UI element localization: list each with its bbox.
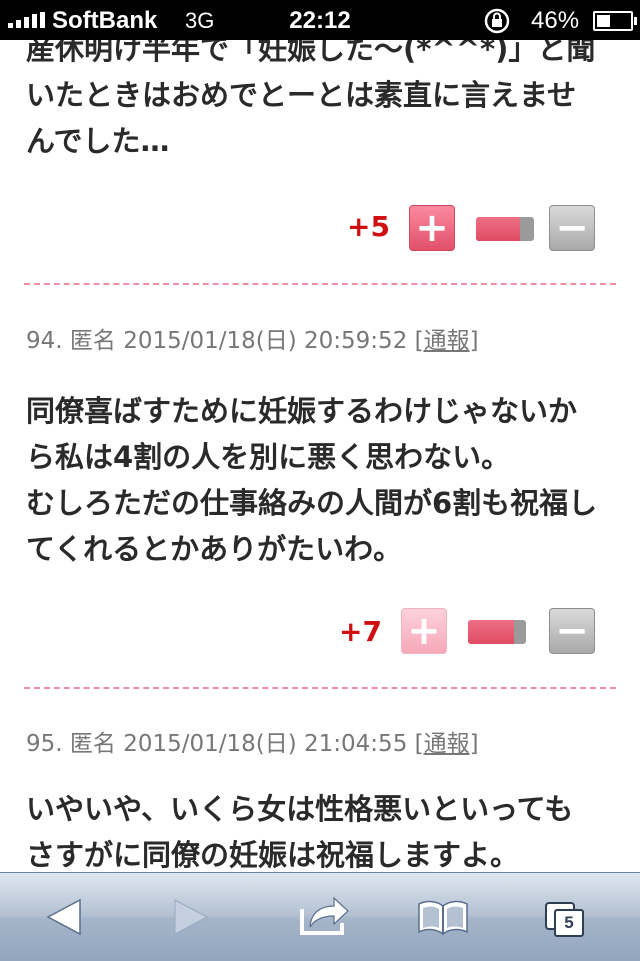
back-button[interactable] (20, 873, 110, 961)
battery-level-fill (597, 15, 610, 27)
rotation-lock-icon (484, 8, 510, 34)
comment-line: むしろただの仕事絡みの人間が6割も祝福し (26, 486, 598, 520)
comment-date: 2015/01/18(日) 21:04:55 (123, 731, 408, 757)
comment-divider (24, 283, 616, 285)
back-icon (46, 898, 81, 936)
comment-author: 匿名 (69, 328, 116, 354)
minus-icon: − (555, 608, 589, 654)
downvote-button[interactable]: − (549, 608, 595, 654)
tab-count-badge: 5 (554, 909, 584, 937)
vote-ratio-bar (468, 620, 526, 644)
vote-ratio-fill (468, 620, 515, 644)
report-link[interactable]: [通報] (415, 731, 479, 757)
share-icon (300, 896, 349, 935)
battery-icon (593, 11, 637, 31)
comment-line: 産休明け半年で「妊娠した〜(*^^*)」と聞 (26, 40, 596, 66)
vote-ratio-bar (476, 217, 534, 241)
vote-ratio-fill (476, 217, 520, 241)
comment-body: 同僚喜ばすために妊娠するわけじゃないか ら私は4割の人を別に悪く思わない。 むし… (26, 388, 616, 572)
comment-author: 匿名 (69, 731, 116, 757)
comment-header: 94. 匿名 2015/01/18(日) 20:59:52 [通報] (26, 321, 479, 355)
forward-button[interactable] (145, 873, 235, 961)
share-button[interactable] (280, 873, 370, 961)
downvote-button[interactable]: − (549, 205, 595, 251)
report-link[interactable]: [通報] (415, 328, 479, 354)
comment-number: 95. (26, 731, 63, 757)
forward-icon (174, 899, 209, 935)
upvote-button[interactable]: + (401, 608, 447, 654)
tabs-button[interactable]: 5 (508, 873, 598, 961)
comment-date: 2015/01/18(日) 20:59:52 (123, 328, 408, 354)
battery-percentage: 46% (531, 7, 580, 34)
comment-body: いやいや、いくら女は性格悪いといっても さすがに同僚の妊娠は祝福しますよ。 (26, 786, 616, 872)
comment-number: 94. (26, 328, 63, 354)
plus-icon: + (407, 608, 441, 654)
comment-line: さすがに同僚の妊娠は祝福しますよ。 (26, 838, 520, 872)
minus-icon: − (555, 205, 589, 251)
status-bar: SoftBank 3G 22:12 46% (0, 0, 640, 40)
vote-score: +7 (339, 615, 382, 648)
comment-line: んでした… (26, 124, 170, 158)
comment-list[interactable]: 産休明け半年で「妊娠した〜(*^^*)」と聞 いたときはおめでとーとは素直に言え… (0, 40, 640, 872)
comment-line: ら私は4割の人を別に悪く思わない。 (26, 440, 511, 474)
comment-header: 95. 匿名 2015/01/18(日) 21:04:55 [通報] (26, 724, 479, 758)
plus-icon: + (415, 205, 449, 251)
vote-score: +5 (347, 210, 390, 243)
comment-divider (24, 687, 616, 689)
bookmarks-icon (418, 900, 468, 935)
upvote-button[interactable]: + (409, 205, 455, 251)
tabs-icon (545, 902, 575, 930)
browser-toolbar: 5 (0, 872, 640, 961)
comment-line: いやいや、いくら女は性格悪いといっても (26, 792, 574, 826)
comment-line: 同僚喜ばすために妊娠するわけじゃないか (26, 394, 578, 428)
comment-line: てくれるとかありがたいわ。 (26, 532, 403, 566)
comment-body: 産休明け半年で「妊娠した〜(*^^*)」と聞 いたときはおめでとーとは素直に言え… (26, 40, 616, 164)
comment-line: いたときはおめでとーとは素直に言えませ (26, 78, 577, 112)
bookmarks-button[interactable] (398, 873, 488, 961)
